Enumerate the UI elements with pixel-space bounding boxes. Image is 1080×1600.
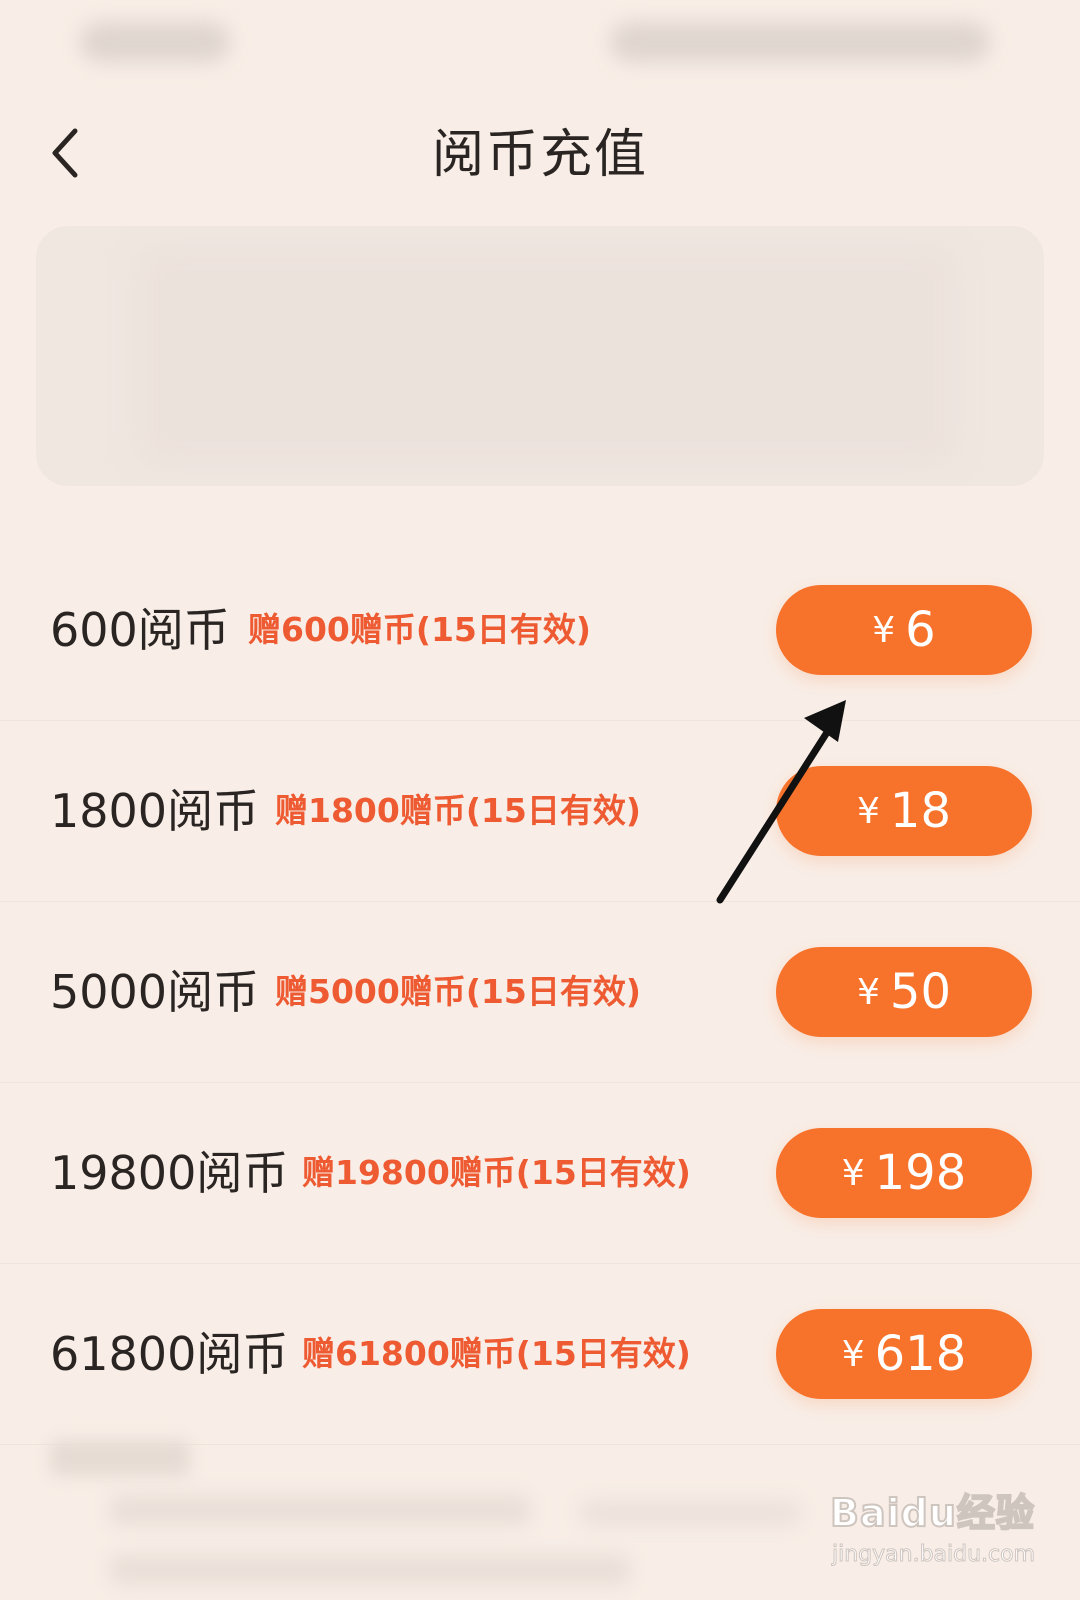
status-bar bbox=[0, 0, 1080, 90]
footer-note-line-blurred bbox=[110, 1555, 630, 1585]
package-row: 61800阅币 赠61800赠币(15日有效) ¥ 618 bbox=[0, 1264, 1080, 1445]
package-row: 5000阅币 赠5000赠币(15日有效) ¥ 50 bbox=[0, 902, 1080, 1083]
price-button-6[interactable]: ¥ 6 bbox=[776, 585, 1032, 675]
price-amount: 6 bbox=[905, 602, 936, 658]
price-currency: ¥ bbox=[857, 971, 880, 1013]
watermark: Baidu经验 jingyan.baidu.com bbox=[829, 1482, 1060, 1592]
status-bar-time-blurred bbox=[80, 22, 230, 62]
watermark-url: jingyan.baidu.com bbox=[831, 1542, 1036, 1568]
package-row: 600阅币 赠600赠币(15日有效) ¥ 6 bbox=[0, 540, 1080, 721]
package-bonus: 赠600赠币(15日有效) bbox=[248, 610, 591, 649]
footer-note-title-blurred bbox=[50, 1440, 190, 1476]
footer-note-line-blurred bbox=[110, 1495, 530, 1525]
price-currency: ¥ bbox=[872, 609, 896, 651]
package-bonus: 赠19800赠币(15日有效) bbox=[302, 1153, 691, 1192]
chevron-left-icon bbox=[52, 128, 78, 178]
header: 阅币充值 bbox=[0, 100, 1080, 210]
watermark-brand: Baidu经验 bbox=[829, 1490, 1035, 1536]
back-button[interactable] bbox=[30, 118, 100, 188]
package-name: 19800阅币 bbox=[50, 1146, 289, 1200]
price-amount: 18 bbox=[889, 783, 951, 839]
price-button-18[interactable]: ¥ 18 bbox=[776, 766, 1032, 856]
package-row: 1800阅币 赠1800赠币(15日有效) ¥ 18 bbox=[0, 721, 1080, 902]
price-button-198[interactable]: ¥ 198 bbox=[776, 1128, 1032, 1218]
price-amount: 618 bbox=[874, 1326, 967, 1382]
account-info-card bbox=[36, 226, 1044, 486]
page-title: 阅币充值 bbox=[431, 125, 648, 185]
status-bar-icons-blurred bbox=[610, 22, 990, 62]
price-currency: ¥ bbox=[857, 790, 880, 832]
price-amount: 50 bbox=[889, 964, 951, 1020]
price-currency: ¥ bbox=[841, 1152, 865, 1194]
price-button-618[interactable]: ¥ 618 bbox=[776, 1309, 1032, 1399]
package-bonus: 赠5000赠币(15日有效) bbox=[275, 972, 641, 1011]
price-currency: ¥ bbox=[841, 1333, 865, 1375]
price-amount: 198 bbox=[874, 1145, 967, 1201]
package-name: 1800阅币 bbox=[50, 784, 260, 838]
package-bonus: 赠61800赠币(15日有效) bbox=[302, 1334, 691, 1373]
account-info-blurred bbox=[136, 246, 956, 466]
package-list: 600阅币 赠600赠币(15日有效) ¥ 6 1800阅币 赠1800赠币(1… bbox=[0, 540, 1080, 1445]
package-bonus: 赠1800赠币(15日有效) bbox=[275, 791, 641, 830]
package-name: 61800阅币 bbox=[50, 1327, 289, 1381]
package-name: 5000阅币 bbox=[50, 965, 260, 1019]
package-row: 19800阅币 赠19800赠币(15日有效) ¥ 198 bbox=[0, 1083, 1080, 1264]
price-button-50[interactable]: ¥ 50 bbox=[776, 947, 1032, 1037]
package-name: 600阅币 bbox=[50, 603, 230, 657]
footer-note-line-blurred bbox=[580, 1500, 800, 1526]
